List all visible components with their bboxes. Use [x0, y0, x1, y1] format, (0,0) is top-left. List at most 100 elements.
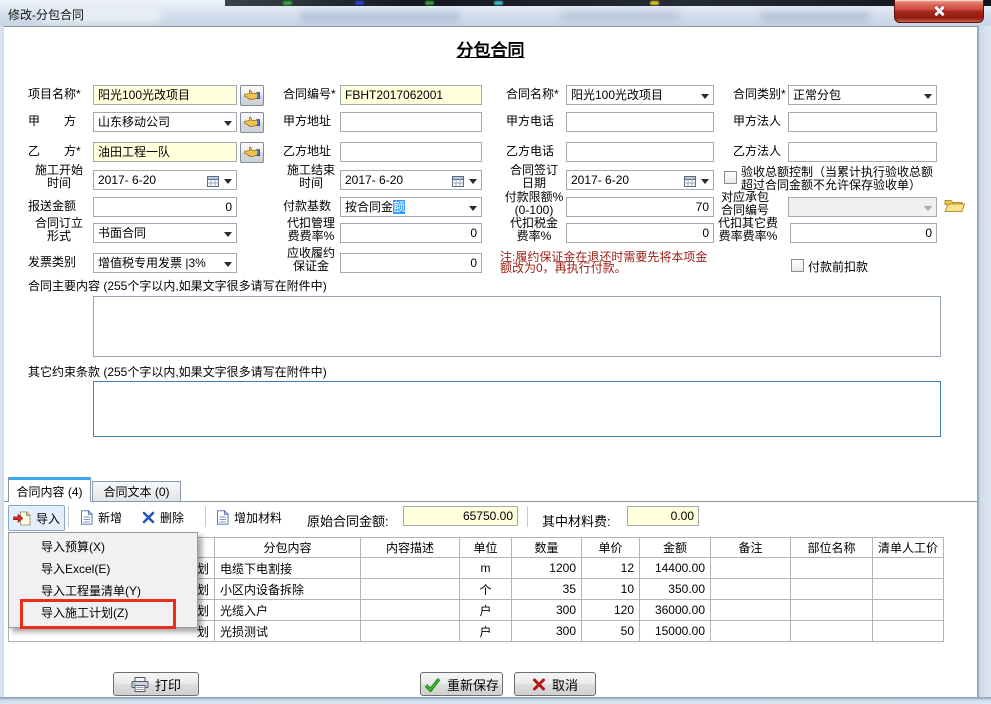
table-cell[interactable] [791, 558, 873, 579]
party-a-value: 山东移动公司 [98, 115, 170, 129]
party-b-phone-input[interactable] [566, 142, 714, 162]
performance-bond-label: 应收履约 保证金 [279, 247, 343, 273]
table-cell[interactable]: 36000.00 [640, 600, 711, 621]
col-header[interactable]: 金额 [640, 538, 711, 558]
party-a-select[interactable]: 山东移动公司 [93, 112, 237, 132]
other-fee-rate-input[interactable]: 0 [790, 223, 937, 243]
menu-item-import-budget[interactable]: 导入预算(X) [9, 536, 197, 558]
project-name-picker-button[interactable] [240, 85, 264, 106]
table-cell[interactable]: 光缆入户 [215, 600, 361, 621]
delete-button[interactable]: 删除 [138, 505, 188, 529]
delete-x-icon [142, 511, 155, 524]
payment-limit-input[interactable]: 70 [566, 197, 714, 217]
tab-contract-content[interactable]: 合同内容 (4) [8, 477, 91, 502]
contract-form-select[interactable]: 书面合同 [93, 223, 237, 243]
pre-pay-deduction-checkbox[interactable] [791, 259, 804, 272]
party-b-legal-input[interactable] [788, 142, 937, 162]
col-header[interactable]: 数量 [512, 538, 582, 558]
cancel-button[interactable]: 取消 [514, 672, 596, 696]
table-cell[interactable]: 15000.00 [640, 621, 711, 642]
menu-item-import-excel[interactable]: 导入Excel(E) [9, 558, 197, 580]
col-header[interactable]: 内容描述 [361, 538, 460, 558]
start-date-picker[interactable]: 2017- 6-20 [93, 170, 237, 190]
table-cell[interactable]: 35 [512, 579, 582, 600]
table-cell[interactable] [873, 579, 944, 600]
table-cell[interactable] [711, 579, 791, 600]
import-button[interactable]: 导入 [8, 505, 65, 531]
invoice-type-select[interactable]: 增值税专用发票 |3% [93, 253, 237, 273]
table-cell[interactable]: 120 [582, 600, 640, 621]
print-button[interactable]: 打印 [113, 672, 199, 696]
other-terms-textarea[interactable] [93, 381, 941, 437]
table-cell[interactable]: 14400.00 [640, 558, 711, 579]
party-b-picker-button[interactable] [240, 142, 264, 163]
contract-no-input[interactable]: FBHT2017062001 [340, 85, 482, 105]
party-b-address-input[interactable] [340, 142, 482, 162]
table-cell[interactable]: m [460, 558, 512, 579]
table-cell[interactable]: 300 [512, 621, 582, 642]
col-header[interactable]: 部位名称 [791, 538, 873, 558]
contract-category-select[interactable]: 正常分包 [788, 85, 937, 105]
chevron-down-icon [224, 179, 232, 188]
table-cell[interactable] [873, 600, 944, 621]
table-cell[interactable]: 12 [582, 558, 640, 579]
tab-contract-text[interactable]: 合同文本 (0) [92, 481, 181, 502]
tax-fee-rate-input[interactable]: 0 [566, 223, 714, 243]
table-cell[interactable]: 300 [512, 600, 582, 621]
sign-date-picker[interactable]: 2017- 6-20 [566, 170, 714, 190]
party-a-picker-button[interactable] [240, 112, 264, 133]
col-header[interactable]: 清单人工价 [873, 538, 944, 558]
table-cell[interactable] [361, 621, 460, 642]
end-date-picker[interactable]: 2017- 6-20 [340, 170, 482, 190]
table-cell[interactable]: 50 [582, 621, 640, 642]
party-a-legal-input[interactable] [788, 112, 937, 132]
party-a-address-input[interactable] [340, 112, 482, 132]
pre-pay-deduction-label: 付款前扣款 [808, 261, 868, 274]
acceptance-control-checkbox[interactable] [724, 171, 737, 184]
table-cell[interactable] [361, 600, 460, 621]
table-cell[interactable] [361, 579, 460, 600]
contract-category-value: 正常分包 [793, 88, 841, 102]
window-border-bottom [0, 697, 991, 704]
table-cell[interactable] [711, 600, 791, 621]
material-fee-field: 0.00 [627, 506, 699, 526]
col-header[interactable]: 分包内容 [215, 538, 361, 558]
party-a-phone-input[interactable] [566, 112, 714, 132]
add-button[interactable]: 新增 [76, 505, 126, 529]
table-cell[interactable] [711, 558, 791, 579]
contract-name-select[interactable]: 阳光100光改项目 [566, 85, 714, 105]
party-b-select[interactable]: 油田工程一队 [93, 142, 237, 162]
table-cell[interactable]: 户 [460, 600, 512, 621]
project-name-input[interactable]: 阳光100光改项目 [93, 85, 237, 105]
table-cell[interactable]: 光损测试 [215, 621, 361, 642]
table-cell[interactable] [791, 600, 873, 621]
resave-button[interactable]: 重新保存 [420, 672, 503, 696]
table-cell[interactable]: 350.00 [640, 579, 711, 600]
table-cell[interactable]: 电缆下电割接 [215, 558, 361, 579]
mgmt-fee-rate-input[interactable]: 0 [340, 223, 482, 243]
col-header[interactable]: 备注 [711, 538, 791, 558]
table-cell[interactable] [873, 558, 944, 579]
table-cell[interactable]: 1200 [512, 558, 582, 579]
browse-contract-button[interactable] [944, 198, 965, 216]
add-material-button[interactable]: 增加材料 [212, 505, 286, 529]
performance-bond-input[interactable]: 0 [340, 253, 482, 273]
delete-button-label: 删除 [160, 509, 184, 526]
table-cell[interactable]: 户 [460, 621, 512, 642]
table-cell[interactable]: 小区内设备拆除 [215, 579, 361, 600]
table-cell[interactable] [361, 558, 460, 579]
table-cell[interactable]: 个 [460, 579, 512, 600]
col-header[interactable]: 单价 [582, 538, 640, 558]
table-cell[interactable] [791, 621, 873, 642]
table-cell[interactable] [711, 621, 791, 642]
col-header[interactable]: 单位 [460, 538, 512, 558]
tab-strip-divider [4, 501, 977, 502]
payment-base-select[interactable]: 按合同金额 [340, 197, 482, 217]
close-button[interactable] [894, 0, 984, 23]
table-cell[interactable] [873, 621, 944, 642]
table-cell[interactable]: 10 [582, 579, 640, 600]
table-cell[interactable] [791, 579, 873, 600]
report-amount-input[interactable]: 0 [93, 197, 237, 217]
hand-pointer-icon [244, 89, 260, 102]
main-content-textarea[interactable] [93, 296, 941, 357]
